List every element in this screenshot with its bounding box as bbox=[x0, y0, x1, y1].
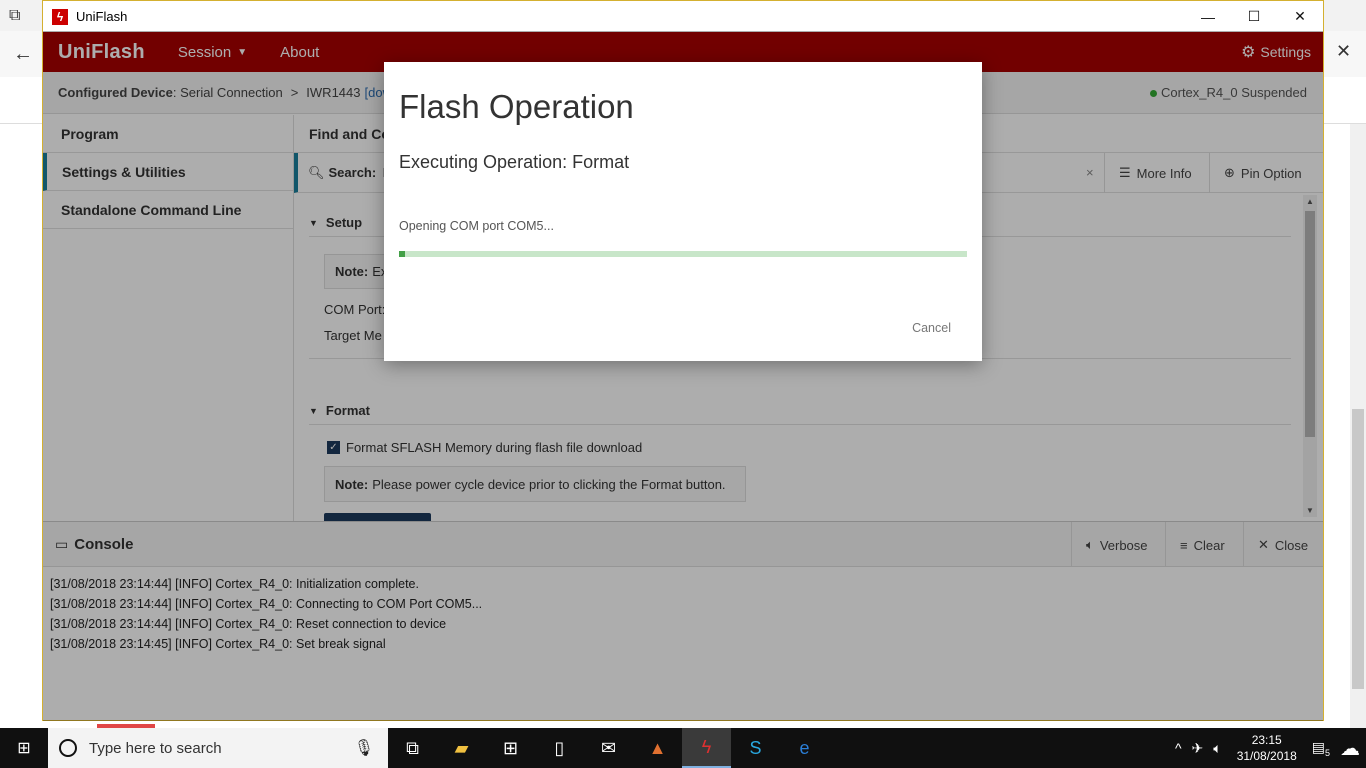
browser-close-icon[interactable]: ✕ bbox=[1336, 41, 1351, 62]
notification-count: 5 bbox=[1324, 747, 1330, 758]
uniflash-taskbar-icon[interactable]: ϟ bbox=[682, 728, 731, 768]
store-icon[interactable]: ⊞ bbox=[486, 728, 535, 768]
progress-fill bbox=[399, 251, 405, 257]
window-close-button[interactable]: ✕ bbox=[1277, 1, 1323, 32]
dialog-title: Flash Operation bbox=[399, 88, 634, 125]
taskbar-search-placeholder: Type here to search bbox=[89, 739, 222, 757]
progress-bar bbox=[399, 251, 967, 257]
airplane-icon[interactable]: ✈ bbox=[1192, 740, 1204, 757]
document-icon[interactable]: ▯ bbox=[535, 728, 584, 768]
volume-icon[interactable]: 🔈︎ bbox=[1213, 740, 1221, 757]
system-tray: ^ ✈ 🔈︎ 23:15 31/08/2018 ▤5 ☁ bbox=[1170, 728, 1366, 768]
chevron-up-icon[interactable]: ^ bbox=[1175, 740, 1182, 756]
clock-date: 31/08/2018 bbox=[1236, 749, 1297, 763]
minimize-button[interactable]: — bbox=[1185, 1, 1231, 32]
matlab-icon[interactable]: ▲ bbox=[633, 728, 682, 768]
taskbar-search[interactable]: Type here to search 🎙︎ bbox=[48, 728, 388, 768]
task-view-icon[interactable]: ⧉ bbox=[388, 728, 437, 768]
browser-scrollbar[interactable] bbox=[1350, 124, 1366, 728]
back-arrow-icon[interactable]: ← bbox=[13, 43, 33, 66]
uniflash-logo-icon: ϟ bbox=[52, 8, 68, 25]
taskbar: ⊞ Type here to search 🎙︎ ⧉ ▰ ⊞ ▯ ✉ ▲ ϟ S… bbox=[0, 728, 1366, 768]
weather-cloud-icon[interactable]: ☁ bbox=[1340, 736, 1360, 761]
cancel-button[interactable]: Cancel bbox=[912, 321, 951, 335]
window-controls: — ☐ ✕ bbox=[1185, 1, 1323, 32]
cortana-icon bbox=[59, 739, 77, 757]
flash-operation-dialog: Flash Operation Executing Operation: For… bbox=[384, 62, 982, 361]
window-titlebar: ϟ UniFlash — ☐ ✕ bbox=[43, 1, 1323, 32]
edge-icon[interactable]: e bbox=[780, 728, 829, 768]
clock-time: 23:15 bbox=[1251, 733, 1282, 747]
microphone-icon[interactable]: 🎙︎ bbox=[354, 738, 374, 758]
window-title: UniFlash bbox=[76, 9, 128, 24]
notification-icon[interactable]: ▤5 bbox=[1312, 739, 1330, 758]
mail-icon[interactable]: ✉ bbox=[584, 728, 633, 768]
browser-scroll-thumb[interactable] bbox=[1352, 409, 1364, 689]
tab-preview-icon[interactable]: ⧉ bbox=[9, 7, 20, 25]
maximize-button[interactable]: ☐ bbox=[1231, 1, 1277, 32]
clock[interactable]: 23:15 31/08/2018 bbox=[1237, 732, 1297, 764]
dialog-status-message: Opening COM port COM5... bbox=[399, 219, 554, 233]
skype-icon[interactable]: S bbox=[731, 728, 780, 768]
windows-start-icon[interactable]: ⊞ bbox=[0, 728, 48, 768]
file-explorer-icon[interactable]: ▰ bbox=[437, 728, 486, 768]
dialog-subtitle: Executing Operation: Format bbox=[399, 152, 630, 172]
